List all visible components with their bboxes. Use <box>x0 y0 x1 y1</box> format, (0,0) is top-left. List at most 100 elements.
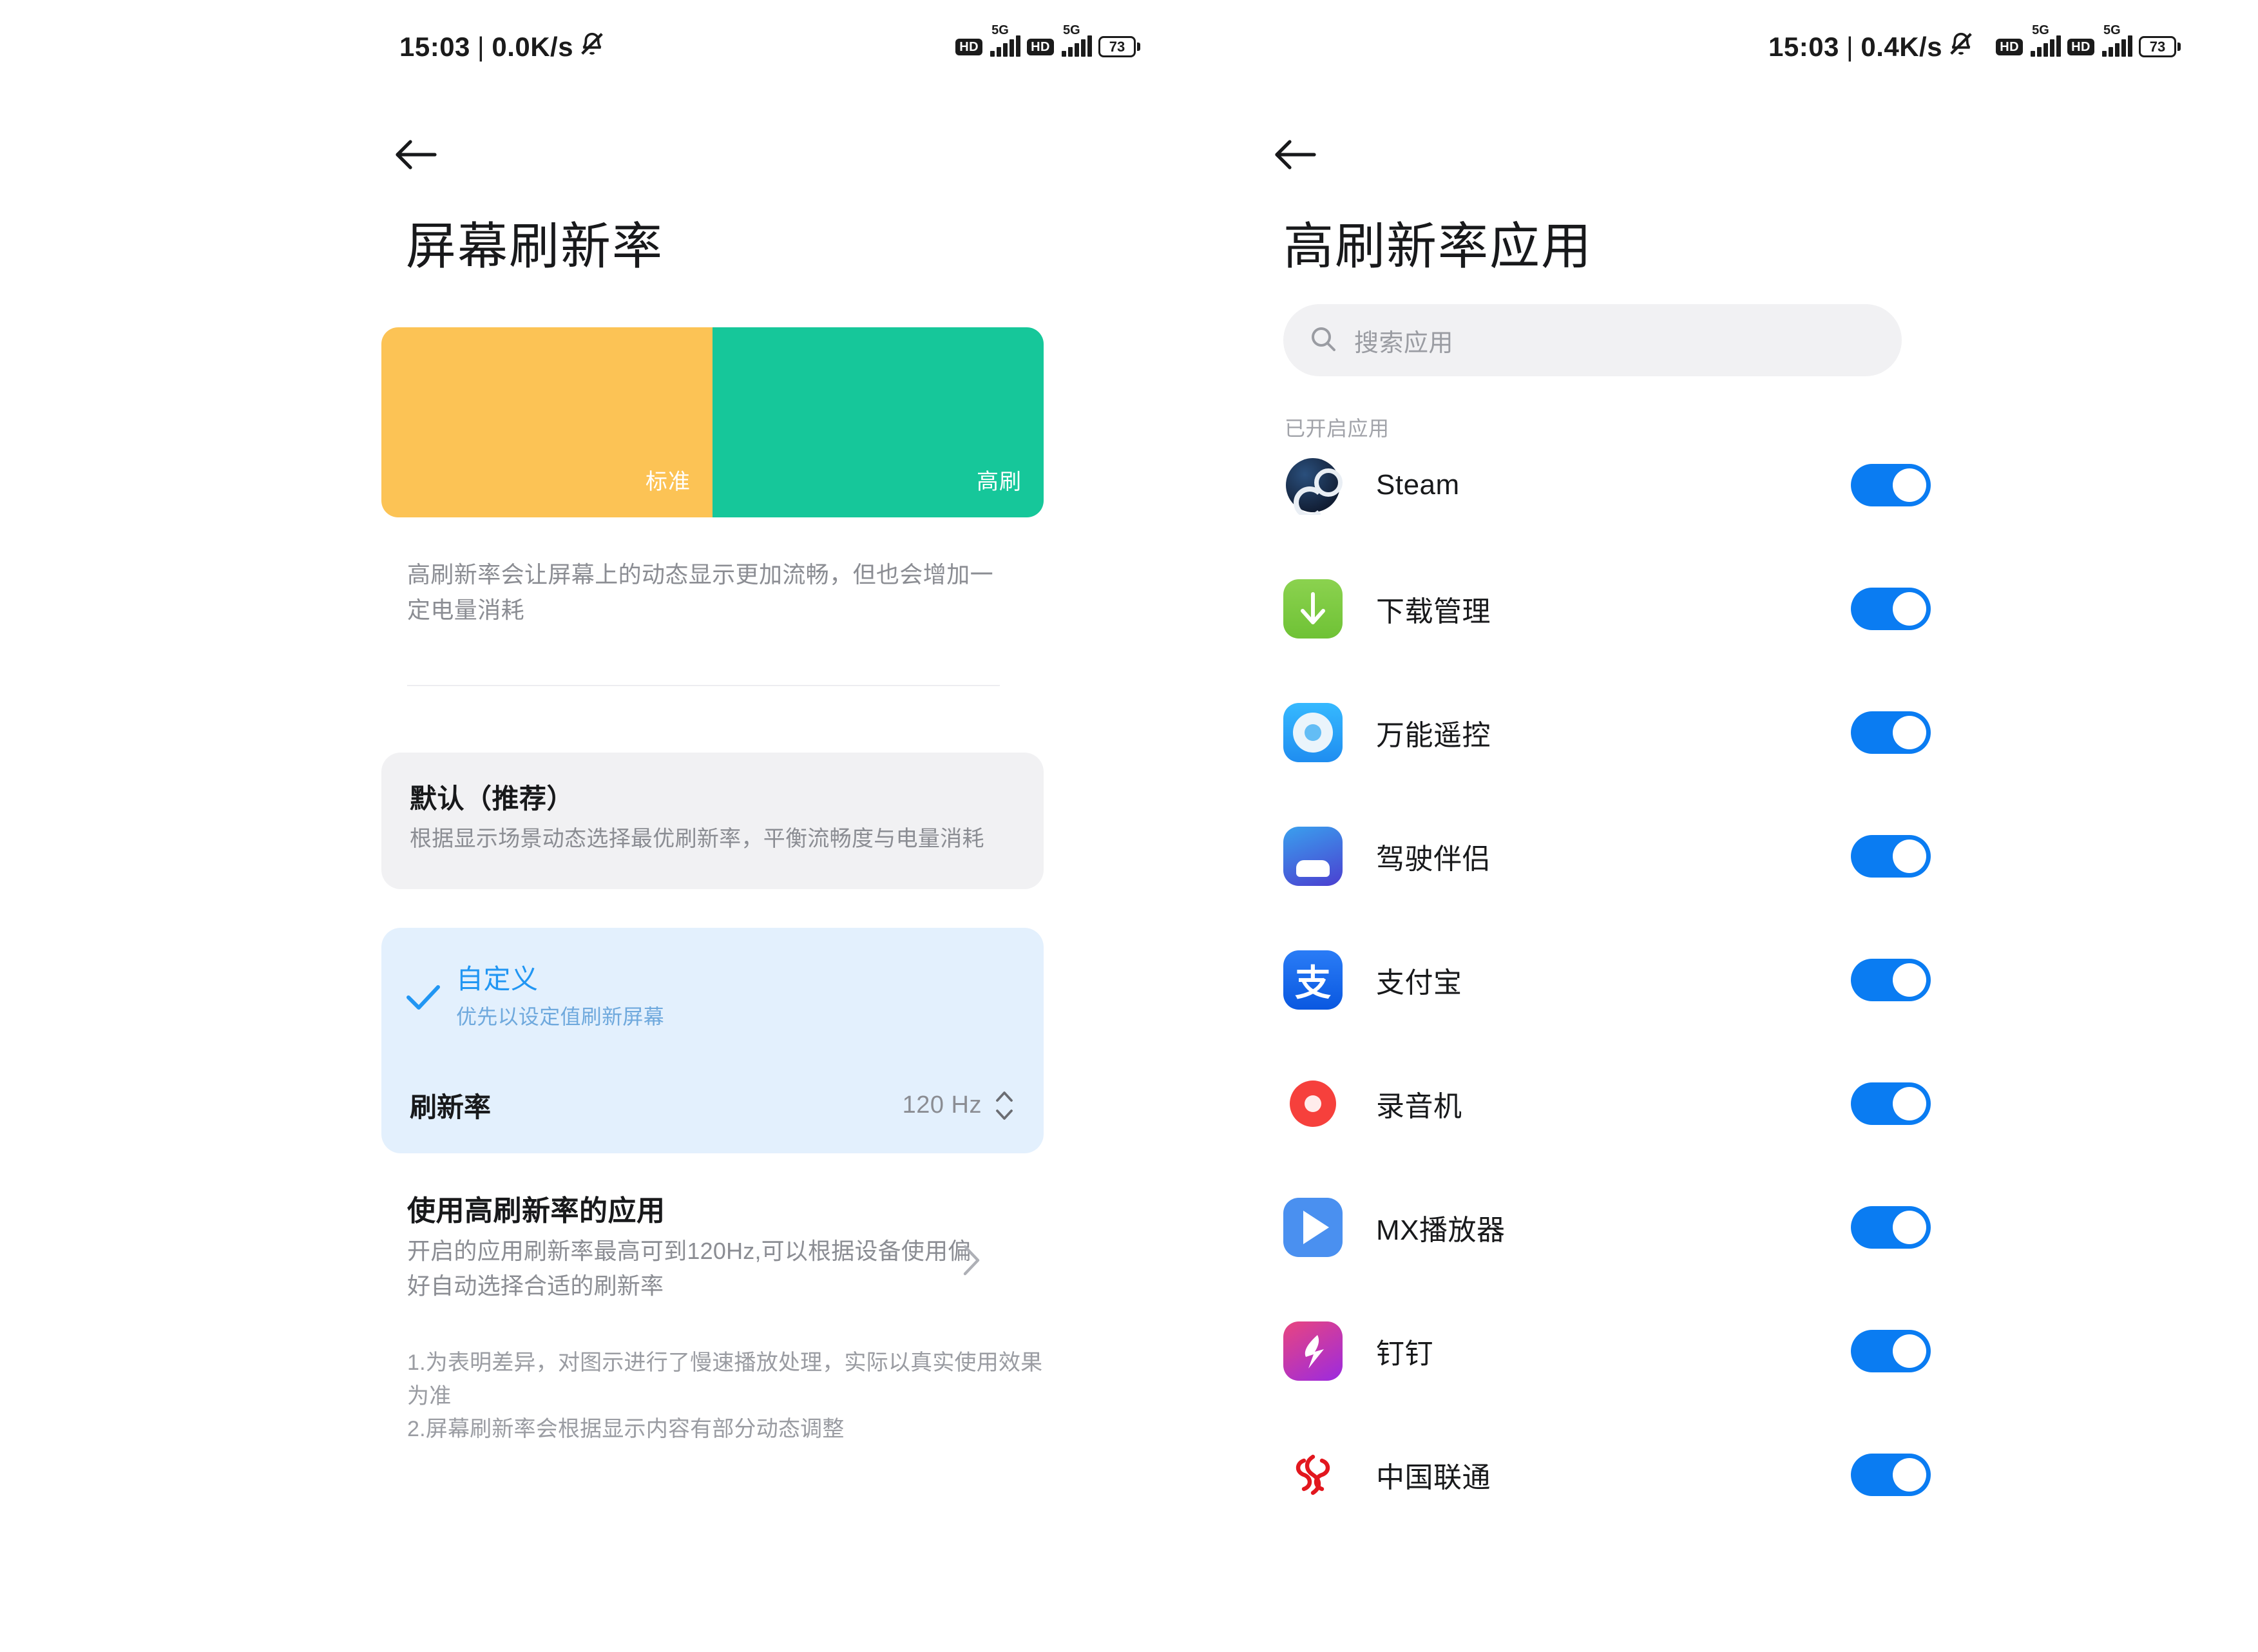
status-bar-left-group-2: 15:03 | 0.4K/s <box>1768 29 1976 65</box>
battery-percent-2: 73 <box>2139 36 2176 57</box>
option-default-card[interactable]: 默认（推荐） 根据显示场景动态选择最优刷新率，平衡流畅度与电量消耗 <box>381 753 1044 889</box>
app-row-alipay[interactable]: 支 支付宝 <box>1283 950 1931 1010</box>
recorder-icon <box>1283 1074 1343 1133</box>
status-net-speed: 0.0K/s <box>492 31 574 62</box>
up-down-stepper-icon[interactable] <box>993 1089 1015 1122</box>
status-bar-left-group: 15:03 | 0.0K/s <box>399 29 607 65</box>
app-toggle[interactable] <box>1851 1082 1931 1125</box>
apps-link-subtitle: 开启的应用刷新率最高可到120Hz,可以根据设备使用偏好自动选择合适的刷新率 <box>407 1238 971 1299</box>
signal-group-2: 5G <box>1060 23 1092 57</box>
signal-bars-icon-3 <box>2031 35 2062 57</box>
battery-cap <box>1137 43 1140 51</box>
network-type-label-4: 5G <box>2103 23 2121 37</box>
battery-cap-2 <box>2177 43 2181 51</box>
page-title-left: 屏幕刷新率 <box>406 218 664 274</box>
refresh-rate-demo-card: 标准 高刷 <box>381 327 1044 517</box>
network-type-label-1: 5G <box>991 23 1009 37</box>
signal-group-3: 5G <box>2029 23 2062 57</box>
option-custom-title: 自定义 <box>456 964 539 994</box>
app-name: 支付宝 <box>1376 967 1462 999</box>
app-name: 录音机 <box>1376 1091 1462 1122</box>
app-row-recorder[interactable]: 录音机 <box>1283 1073 1931 1134</box>
high-refresh-apps-page: 15:03 | 0.4K/s HD 5G HD 5G 73 高刷新率应用 搜索应… <box>1211 0 2258 1652</box>
demo-high-label: 高刷 <box>977 470 1022 494</box>
app-row-china-unicom[interactable]: 中国联通 <box>1283 1445 1931 1505</box>
footnotes: 1.为表明差异，对图示进行了慢速播放处理，实际以真实使用效果为准 2.屏幕刷新率… <box>407 1350 1043 1442</box>
mute-bell-icon-2 <box>1946 29 1976 65</box>
app-toggle[interactable] <box>1851 1330 1931 1372</box>
search-icon <box>1309 325 1337 356</box>
demo-standard-label: 标准 <box>646 470 691 494</box>
app-toggle[interactable] <box>1851 588 1931 630</box>
hd-badge-icon-3: HD <box>1996 38 2024 55</box>
app-toggle[interactable] <box>1851 959 1931 1001</box>
app-row-steam[interactable]: Steam <box>1283 455 1931 515</box>
app-row-download-manager[interactable]: 下载管理 <box>1283 579 1931 639</box>
refresh-rate-stepper-row[interactable]: 刷新率 120 Hz <box>410 1086 1015 1125</box>
status-bar-right-wrapper: 15:03 | 0.4K/s HD 5G HD 5G 73 <box>1211 0 2258 93</box>
mute-bell-icon <box>577 29 607 65</box>
driving-companion-icon <box>1283 827 1343 886</box>
signal-bars-icon-1 <box>990 35 1021 57</box>
network-type-label-3: 5G <box>2032 23 2049 37</box>
app-toggle[interactable] <box>1851 1454 1931 1496</box>
app-name: 驾驶伴侣 <box>1376 843 1491 875</box>
app-toggle[interactable] <box>1851 464 1931 506</box>
search-input[interactable]: 搜索应用 <box>1283 304 1902 376</box>
app-name: 中国联通 <box>1376 1462 1491 1494</box>
refresh-rate-label: 刷新率 <box>410 1092 492 1122</box>
back-arrow-icon <box>396 140 437 169</box>
hd-badge-icon-1: HD <box>955 38 983 55</box>
section-divider <box>407 685 1000 686</box>
demo-description: 高刷新率会让屏幕上的动态显示更加流畅，但也会增加一定电量消耗 <box>407 561 994 623</box>
option-default-title: 默认（推荐） <box>410 783 575 814</box>
steam-icon <box>1283 456 1343 515</box>
status-bar-left: 15:03 | 0.0K/s HD 5G HD 5G 73 <box>0 0 1211 93</box>
app-name: Steam <box>1376 469 1460 501</box>
app-name: 万能遥控 <box>1376 720 1491 751</box>
option-default-subtitle: 根据显示场景动态选择最优刷新率，平衡流畅度与电量消耗 <box>410 827 984 851</box>
app-name: 钉钉 <box>1376 1338 1433 1370</box>
hd-badge-icon-4: HD <box>2067 38 2094 55</box>
battery-icon: 73 <box>1098 36 1140 57</box>
signal-bars-icon-4 <box>2102 35 2132 57</box>
app-row-driving-companion[interactable]: 驾驶伴侣 <box>1283 826 1931 887</box>
status-time: 15:03 <box>399 31 470 62</box>
option-custom-card[interactable]: 自定义 优先以设定值刷新屏幕 刷新率 120 Hz <box>381 928 1044 1153</box>
app-row-dingtalk[interactable]: 钉钉 <box>1283 1321 1931 1381</box>
status-bar-right-group-2: HD 5G HD 5G 73 <box>1996 23 2181 57</box>
app-toggle[interactable] <box>1851 711 1931 754</box>
signal-group-4: 5G <box>2101 23 2132 57</box>
status-separator-2: | <box>1846 31 1854 62</box>
back-button-left[interactable] <box>387 126 445 184</box>
dual-screenshot-stage: 15:03 | 0.0K/s HD 5G HD 5G 73 屏幕刷新率 标准 高… <box>0 0 2258 1652</box>
remote-control-icon <box>1283 703 1343 762</box>
app-name: 下载管理 <box>1376 596 1491 628</box>
option-custom-subtitle: 优先以设定值刷新屏幕 <box>456 1005 665 1028</box>
app-toggle[interactable] <box>1851 1206 1931 1249</box>
signal-bars-icon-2 <box>1062 35 1092 57</box>
app-name: MX播放器 <box>1376 1215 1506 1246</box>
app-list: Steam 下载管理 万能遥控 驾驶伴侣 支 支付宝 录音机 MX播放器 钉钉 … <box>1283 455 1931 1505</box>
status-separator: | <box>477 31 485 62</box>
refresh-rate-value: 120 Hz <box>902 1091 982 1119</box>
network-type-label-2: 5G <box>1063 23 1080 37</box>
battery-icon-2: 73 <box>2139 36 2181 57</box>
app-toggle[interactable] <box>1851 835 1931 878</box>
mx-player-icon <box>1283 1198 1343 1257</box>
chevron-right-icon <box>961 1243 982 1281</box>
battery-percent: 73 <box>1098 36 1136 57</box>
section-label-enabled-apps: 已开启应用 <box>1285 417 1390 440</box>
screen-refresh-rate-page: 15:03 | 0.0K/s HD 5G HD 5G 73 屏幕刷新率 标准 高… <box>0 0 1211 1652</box>
status-bar-right-group: HD 5G HD 5G 73 <box>955 23 1140 57</box>
check-icon <box>406 983 441 1015</box>
page-title-right: 高刷新率应用 <box>1283 218 1593 274</box>
search-placeholder: 搜索应用 <box>1354 329 1454 357</box>
apps-link-title: 使用高刷新率的应用 <box>407 1195 665 1227</box>
back-button-right[interactable] <box>1266 126 1324 184</box>
alipay-icon: 支 <box>1283 950 1343 1010</box>
app-row-universal-remote[interactable]: 万能遥控 <box>1283 702 1931 763</box>
app-row-mx-player[interactable]: MX播放器 <box>1283 1197 1931 1258</box>
high-refresh-apps-link[interactable]: 使用高刷新率的应用 开启的应用刷新率最高可到120Hz,可以根据设备使用偏好自动… <box>407 1187 1051 1303</box>
demo-high-half: 高刷 <box>713 327 1044 517</box>
